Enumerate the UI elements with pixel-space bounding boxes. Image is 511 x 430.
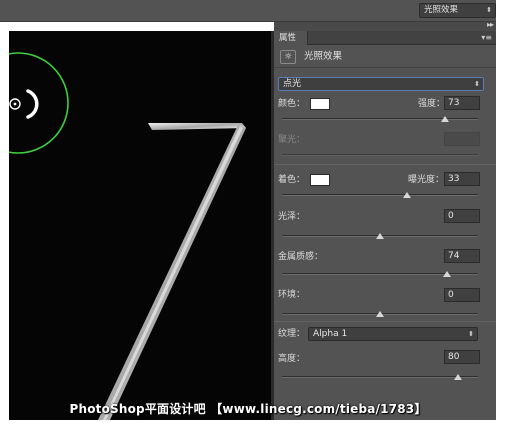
light-color-swatch[interactable] [310,98,330,110]
light-bulb-icon: ☼ [280,50,296,64]
colorize-label: 着色： [278,175,306,185]
preset-dropdown-label: 光照效果 [424,5,459,15]
height-slider-thumb[interactable] [454,374,463,380]
texture-value: Alpha 1 [313,329,348,339]
height-input[interactable]: 80 [444,350,480,364]
exposure-input[interactable]: 33 [444,172,480,186]
ambience-slider-thumb[interactable] [376,311,384,317]
metal-7-top-bar [148,123,246,130]
panel-menu-icon[interactable]: ▾≡ [481,31,492,45]
exposure-slider-track[interactable] [282,194,478,196]
section-divider [274,321,496,322]
hotspot-slider-track [282,154,478,156]
intensity-input[interactable]: 73 [444,96,480,110]
options-toolbar: 光照效果 ⬍ [0,0,511,22]
panel-header: ☼ 光照效果 [274,46,496,68]
intensity-label: 强度： [418,99,446,109]
chevron-updown-icon: ⬍ [474,80,480,88]
exposure-slider-thumb[interactable] [403,192,412,198]
height-slider-track[interactable] [282,376,478,378]
color-label: 颜色： [278,99,306,109]
intensity-handle-arc [26,89,39,119]
panel-collapse-strip: ▸▸ [274,20,496,31]
gloss-label: 光泽： [278,212,306,222]
properties-panel: 属性 ▾≡ ☼ 光照效果 点光 ⬍ 颜色： 强度： 73 聚光： 着色： 曝光度… [274,31,496,420]
light-type-value: 点光 [283,79,302,89]
metallic-input[interactable]: 74 [444,249,480,263]
tab-properties[interactable]: 属性 [274,31,308,45]
ambience-label: 环境： [278,290,306,300]
canvas-artwork [0,52,246,420]
gloss-slider-thumb[interactable] [376,233,384,239]
metallic-slider-thumb[interactable] [442,271,451,277]
hotspot-label: 聚光： [278,135,306,145]
watermark-text: PhotoShop平面设计吧 【www.linecg.com/tieba/178… [69,402,427,416]
chevron-updown-icon: ⬍ [468,330,474,338]
ambience-input[interactable]: 0 [444,288,480,302]
chevron-updown-icon: ⬍ [486,6,492,14]
light-type-select[interactable]: 点光 ⬍ [278,77,484,91]
panel-title: 光照效果 [304,51,343,62]
exposure-label: 曝光度： [408,175,445,185]
hotspot-input [444,132,480,146]
colorize-color-swatch[interactable] [310,174,330,186]
panel-tab-row: 属性 ▾≡ [274,31,496,45]
metallic-label: 金属质感： [278,252,324,262]
document-canvas[interactable] [0,31,271,420]
preset-dropdown[interactable]: 光照效果 ⬍ [419,3,496,18]
height-label: 高度： [278,354,306,364]
section-divider [274,164,496,165]
gloss-input[interactable]: 0 [444,209,480,223]
double-chevron-right-icon[interactable]: ▸▸ [487,20,494,29]
intensity-slider-thumb[interactable] [440,116,449,122]
texture-label: 纹理： [278,329,306,339]
texture-select[interactable]: Alpha 1 ⬍ [308,327,478,341]
